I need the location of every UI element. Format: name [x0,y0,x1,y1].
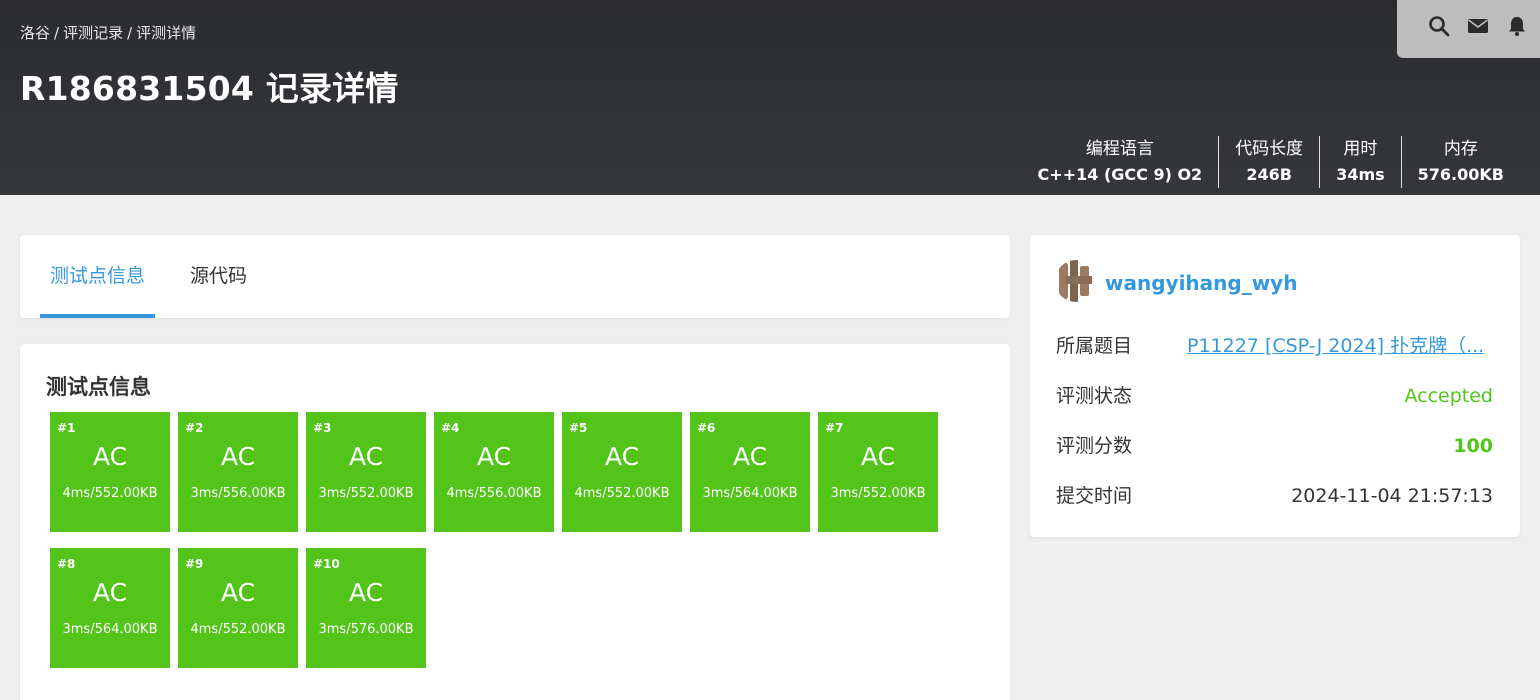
testcase-info: 3ms/564.00KB [62,622,158,637]
testcase-number: #1 [57,421,76,435]
testcase-number: #8 [57,557,76,571]
stat-value: 246B [1246,165,1292,184]
testcase-info: 4ms/552.00KB [574,486,670,501]
problem-link[interactable]: P11227 [CSP-J 2024] 扑克牌（... [1187,331,1487,361]
testcases-card: 测试点信息 #1 AC 4ms/552.00KB #2 AC 3ms/556.0… [20,344,1010,700]
problem-label: 所属题目 [1056,335,1133,357]
submit-time-label: 提交时间 [1056,485,1133,507]
record-info-card: wangyihang_wyh 所属题目 P11227 [CSP-J 2024] … [1030,235,1520,537]
testcase-tile[interactable]: #3 AC 3ms/552.00KB [306,412,426,532]
breadcrumb-separator: / [54,24,60,42]
testcase-tile[interactable]: #4 AC 4ms/556.00KB [434,412,554,532]
page-header: 洛谷 / 评测记录 / 评测详情 R186831504 记录详情 编程语言 C++14 … [0,0,1540,195]
stat-memory: 内存 576.00KB [1400,136,1520,188]
testcase-tile[interactable]: #2 AC 3ms/556.00KB [178,412,298,532]
testcase-info: 3ms/556.00KB [190,486,286,501]
testcase-tile[interactable]: #7 AC 3ms/552.00KB [818,412,938,532]
username-link[interactable]: wangyihang_wyh [1105,271,1297,295]
testcase-result: AC [220,442,256,471]
breadcrumb-item-home[interactable]: 洛谷 [20,24,50,42]
breadcrumb: 洛谷 / 评测记录 / 评测详情 [20,22,196,43]
testcase-result: AC [92,578,128,607]
bell-icon[interactable] [1505,14,1529,38]
section-title: 测试点信息 [46,375,151,399]
testcase-number: #5 [569,421,588,435]
search-icon[interactable] [1427,14,1451,38]
stat-value: 34ms [1336,165,1385,184]
testcase-number: #9 [185,557,204,571]
breadcrumb-item-current: 评测详情 [136,24,197,42]
tabs-card: 测试点信息 源代码 [20,235,1010,318]
testcase-result: AC [348,442,384,471]
testcase-info: 4ms/552.00KB [62,486,158,501]
testcase-result: AC [860,442,896,471]
score-row: 评测分数 100 [1056,431,1493,461]
stat-label: 代码长度 [1235,139,1304,159]
stat-value: 576.00KB [1417,165,1504,184]
testcase-info: 4ms/556.00KB [446,486,542,501]
testcase-result: AC [476,442,512,471]
stat-code-length: 代码长度 246B [1218,136,1319,188]
testcase-tile[interactable]: #10 AC 3ms/576.00KB [306,548,426,668]
stat-language: 编程语言 C++14 (GCC 9) O2 [1022,136,1219,188]
testcase-tile[interactable]: #9 AC 4ms/552.00KB [178,548,298,668]
stat-label: 用时 [1343,139,1378,159]
submit-time-value: 2024-11-04 21:57:13 [1291,485,1493,507]
testcase-result: AC [220,578,256,607]
status-row: 评测状态 Accepted [1056,381,1493,411]
status-value: Accepted [1404,385,1493,407]
submit-time-row: 提交时间 2024-11-04 21:57:13 [1056,481,1493,511]
mail-icon[interactable] [1466,14,1490,38]
testcase-tile[interactable]: #6 AC 3ms/564.00KB [690,412,810,532]
tab-source-code[interactable]: 源代码 [190,235,247,318]
testcase-info: 3ms/552.00KB [830,486,926,501]
testcase-result: AC [604,442,640,471]
tab-testcases[interactable]: 测试点信息 [39,235,156,318]
record-stats: 编程语言 C++14 (GCC 9) O2 代码长度 246B 用时 34ms … [1022,136,1520,188]
testcase-number: #4 [441,421,460,435]
testcase-info: 3ms/564.00KB [702,486,798,501]
testcase-tile[interactable]: #1 AC 4ms/552.00KB [50,412,170,532]
testcase-info: 4ms/552.00KB [190,622,286,637]
testcase-number: #3 [313,421,332,435]
score-value: 100 [1453,435,1493,457]
stat-label: 编程语言 [1085,139,1154,159]
testcase-result: AC [92,442,128,471]
status-label: 评测状态 [1056,385,1133,407]
testcase-result: AC [732,442,768,471]
testcase-info: 3ms/552.00KB [318,486,414,501]
testcase-tile[interactable]: #5 AC 4ms/552.00KB [562,412,682,532]
problem-row: 所属题目 P11227 [CSP-J 2024] 扑克牌（... [1056,331,1493,361]
testcase-number: #2 [185,421,204,435]
breadcrumb-separator: / [127,24,133,42]
testcase-number: #7 [825,421,844,435]
page-title: R186831504 记录详情 [20,69,399,108]
stat-time: 用时 34ms [1319,136,1400,188]
score-label: 评测分数 [1056,435,1133,457]
testcase-number: #10 [313,557,340,571]
testcase-number: #6 [697,421,716,435]
breadcrumb-item-records[interactable]: 评测记录 [63,24,123,42]
stat-value: C++14 (GCC 9) O2 [1037,165,1203,184]
testcase-info: 3ms/576.00KB [318,622,414,637]
user-toolbar [1397,0,1540,58]
testcase-tile[interactable]: #8 AC 3ms/564.00KB [50,548,170,668]
stat-label: 内存 [1443,139,1478,159]
avatar[interactable] [1055,260,1097,302]
testcase-result: AC [348,578,384,607]
